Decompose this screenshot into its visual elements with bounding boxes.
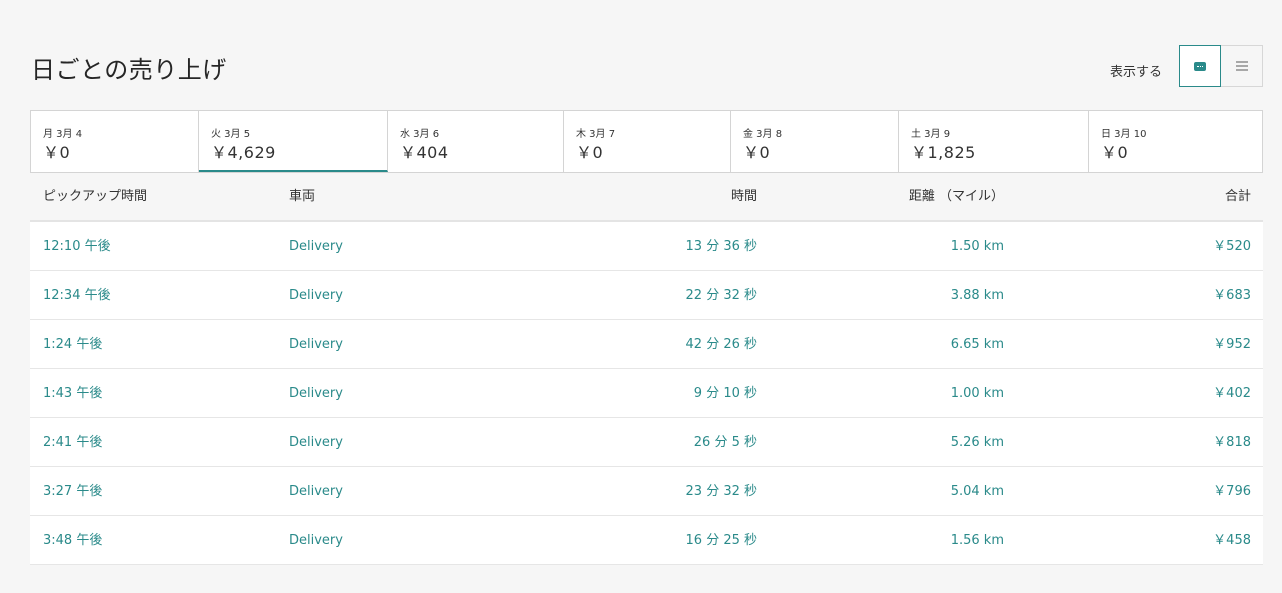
distance-cell: 1.50 km [950,239,1004,254]
day-tab-label: 火 3月 5 [211,129,251,140]
day-tab-sun[interactable]: 日 3月 10 ￥0 [1089,111,1262,172]
day-tab-amount: ￥404 [400,143,449,162]
pickup-time-cell: 1:43 午後 [43,386,103,401]
vehicle-cell: Delivery [289,484,343,499]
day-tab-label: 日 3月 10 [1101,129,1147,140]
distance-cell: 5.04 km [950,484,1004,499]
table-row[interactable]: 1:43 午後 Delivery 9 分 10 秒 1.00 km ￥402 [30,369,1263,418]
day-tab-tue[interactable]: 火 3月 5 ￥4,629 [199,111,388,172]
list-view-button[interactable] [1221,45,1263,87]
table-row[interactable]: 12:34 午後 Delivery 22 分 32 秒 3.88 km ￥683 [30,271,1263,320]
day-tab-wed[interactable]: 水 3月 6 ￥404 [388,111,564,172]
duration-cell: 23 分 32 秒 [685,484,757,499]
day-tab-amount: ￥1,825 [911,143,976,162]
card-view-icon [1194,61,1206,71]
duration-cell: 9 分 10 秒 [693,386,757,401]
vehicle-cell: Delivery [289,288,343,303]
table-row[interactable]: 12:10 午後 Delivery 13 分 36 秒 1.50 km ￥520 [30,222,1263,271]
list-view-icon [1235,61,1248,71]
column-header-duration: 時間 [730,189,757,204]
duration-cell: 13 分 36 秒 [685,239,757,254]
duration-cell: 26 分 5 秒 [693,435,757,450]
day-tab-thu[interactable]: 木 3月 7 ￥0 [564,111,731,172]
vehicle-cell: Delivery [289,533,343,548]
vehicle-cell: Delivery [289,337,343,352]
day-tab-amount: ￥0 [576,143,604,162]
total-cell: ￥952 [1213,337,1251,352]
day-tabs: 月 3月 4 ￥0 火 3月 5 ￥4,629 水 3月 6 ￥404 木 3月… [30,110,1263,173]
distance-cell: 1.56 km [950,533,1004,548]
column-header-distance: 距離 （マイル） [908,189,1004,204]
day-tab-amount: ￥0 [43,143,71,162]
day-tab-label: 水 3月 6 [400,129,440,140]
vehicle-cell: Delivery [289,239,343,254]
table-row[interactable]: 2:41 午後 Delivery 26 分 5 秒 5.26 km ￥818 [30,418,1263,467]
pickup-time-cell: 3:27 午後 [43,484,103,499]
column-header-vehicle: 車両 [289,189,316,204]
total-cell: ￥520 [1213,239,1251,254]
day-tab-label: 月 3月 4 [43,129,83,140]
pickup-time-cell: 12:34 午後 [43,288,111,303]
day-tab-label: 金 3月 8 [743,129,783,140]
duration-cell: 42 分 26 秒 [685,337,757,352]
table-row[interactable]: 1:24 午後 Delivery 42 分 26 秒 6.65 km ￥952 [30,320,1263,369]
distance-cell: 1.00 km [950,386,1004,401]
day-tab-label: 木 3月 7 [576,129,616,140]
pickup-time-cell: 1:24 午後 [43,337,103,352]
distance-cell: 6.65 km [950,337,1004,352]
total-cell: ￥796 [1213,484,1251,499]
table-row[interactable]: 3:27 午後 Delivery 23 分 32 秒 5.04 km ￥796 [30,467,1263,516]
column-header-pickup-time: ピックアップ時間 [43,189,148,204]
duration-cell: 22 分 32 秒 [685,288,757,303]
total-cell: ￥458 [1213,533,1251,548]
pickup-time-cell: 3:48 午後 [43,533,103,548]
card-view-button[interactable] [1179,45,1221,87]
pickup-time-cell: 2:41 午後 [43,435,103,450]
view-toggle-label: 表示する [1110,65,1163,80]
total-cell: ￥402 [1213,386,1251,401]
total-cell: ￥683 [1213,288,1251,303]
table-row[interactable]: 3:48 午後 Delivery 16 分 25 秒 1.56 km ￥458 [30,516,1263,565]
vehicle-cell: Delivery [289,435,343,450]
page-title: 日ごとの売り上げ [31,56,227,84]
duration-cell: 16 分 25 秒 [685,533,757,548]
total-cell: ￥818 [1213,435,1251,450]
column-header-total: 合計 [1224,189,1251,204]
vehicle-cell: Delivery [289,386,343,401]
trips-table: ピックアップ時間 車両 時間 距離 （マイル） 合計 12:10 午後 Deli… [30,173,1263,565]
day-tab-sat[interactable]: 土 3月 9 ￥1,825 [899,111,1089,172]
daily-earnings-page: 日ごとの売り上げ 表示する 月 3月 4 ￥0 火 3月 5 ￥4,629 水 … [0,0,1282,593]
distance-cell: 3.88 km [950,288,1004,303]
day-tab-amount: ￥4,629 [211,143,276,162]
day-tab-fri[interactable]: 金 3月 8 ￥0 [731,111,899,172]
pickup-time-cell: 12:10 午後 [43,239,111,254]
distance-cell: 5.26 km [950,435,1004,450]
day-tab-mon[interactable]: 月 3月 4 ￥0 [31,111,199,172]
day-tab-amount: ￥0 [743,143,771,162]
day-tab-amount: ￥0 [1101,143,1129,162]
day-tab-label: 土 3月 9 [911,129,951,140]
table-header: ピックアップ時間 車両 時間 距離 （マイル） 合計 [30,173,1263,222]
